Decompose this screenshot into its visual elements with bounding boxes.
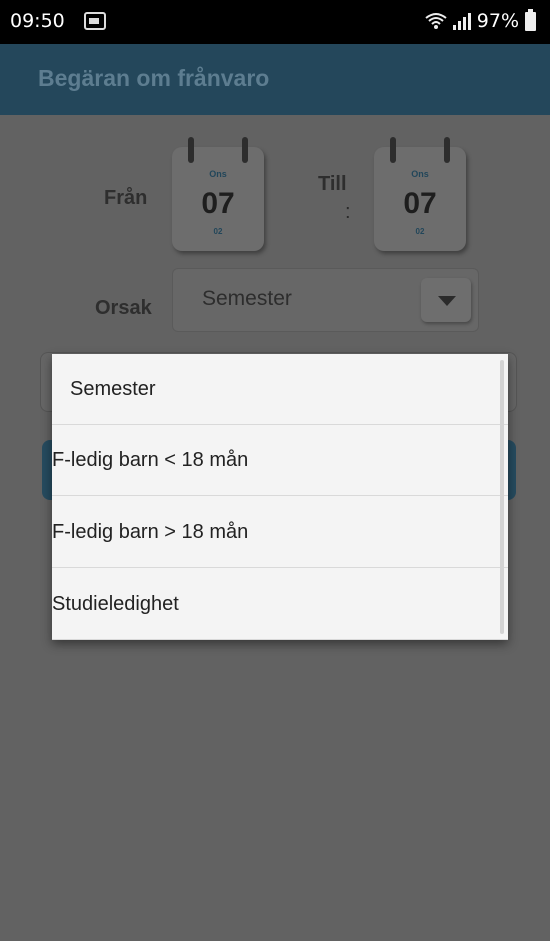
dropdown-option-fledig-over-18[interactable]: F-ledig barn > 18 mån	[52, 497, 508, 568]
page-title: Begäran om frånvaro	[38, 65, 270, 91]
battery-icon	[525, 8, 536, 31]
wifi-icon	[425, 13, 447, 29]
signal-icon	[452, 12, 471, 30]
dropdown-option-semester[interactable]: Semester	[52, 354, 508, 425]
notification-icon	[84, 12, 106, 30]
to-label: Till	[318, 173, 347, 195]
calendar-ring-icon	[444, 137, 450, 163]
from-month: 02	[213, 227, 223, 236]
status-time: 09:50	[10, 10, 65, 32]
from-label: Från	[104, 187, 148, 209]
status-bar: 09:50 97%	[0, 0, 550, 44]
dropdown-option-label: Semester	[70, 378, 156, 400]
to-label-colon: :	[345, 201, 351, 223]
dropdown-scrollbar[interactable]	[500, 360, 504, 634]
reason-select[interactable]: Semester	[172, 268, 479, 332]
battery-percent: 97%	[476, 10, 519, 32]
to-month: 02	[415, 227, 425, 236]
chevron-down-icon[interactable]	[421, 278, 471, 322]
dropdown-option-studieledighet[interactable]: Studieledighet	[52, 569, 508, 640]
dropdown-option-fledig-under-18[interactable]: F-ledig barn < 18 mån	[52, 425, 508, 496]
reason-dropdown-menu: Semester F-ledig barn < 18 mån F-ledig b…	[52, 354, 508, 640]
to-date-picker[interactable]: Ons 07 02	[374, 137, 466, 251]
dropdown-option-label: F-ledig barn < 18 mån	[52, 449, 249, 471]
to-weekday: Ons	[411, 169, 429, 179]
calendar-ring-icon	[390, 137, 396, 163]
calendar-ring-icon	[242, 137, 248, 163]
status-indicators: 97%	[425, 8, 536, 32]
to-day: 07	[403, 187, 437, 220]
reason-select-value: Semester	[202, 287, 292, 310]
calendar-ring-icon	[188, 137, 194, 163]
reason-label: Orsak	[95, 297, 152, 319]
from-weekday: Ons	[209, 169, 227, 179]
from-date-picker[interactable]: Ons 07 02	[172, 137, 264, 251]
dropdown-option-label: Studieledighet	[52, 593, 179, 615]
app-bar: Begäran om frånvaro	[0, 44, 550, 115]
from-day: 07	[201, 187, 235, 220]
dropdown-option-label: F-ledig barn > 18 mån	[52, 521, 249, 543]
